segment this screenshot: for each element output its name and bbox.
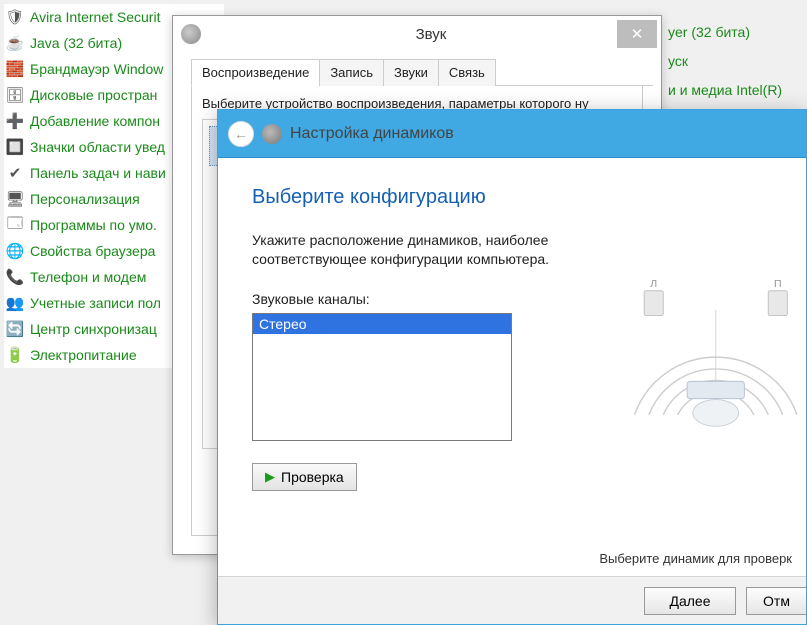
control-panel-item-label: Центр синхронизац bbox=[30, 321, 157, 337]
control-panel-item-label: Телефон и модем bbox=[30, 269, 146, 285]
speaker-setup-wizard: ← Настройка динамиков Выберите конфигура… bbox=[217, 109, 807, 625]
control-panel-item-label: Добавление компон bbox=[30, 113, 160, 129]
tab-record[interactable]: Запись bbox=[319, 59, 384, 86]
app-icon: 🔋 bbox=[6, 346, 24, 364]
wizard-body: Выберите конфигурацию Укажите расположен… bbox=[218, 158, 806, 576]
control-panel-item-label: Java (32 бита) bbox=[30, 35, 122, 51]
app-icon: 📞 bbox=[6, 268, 24, 286]
app-icon: 🛡 bbox=[6, 8, 24, 26]
tab-communications[interactable]: Связь bbox=[438, 59, 496, 86]
control-panel-item-label: Электропитание bbox=[30, 347, 137, 363]
app-icon: 🗄 bbox=[6, 86, 24, 104]
app-icon: 🗔 bbox=[6, 216, 24, 234]
left-speaker-label: Л bbox=[650, 278, 657, 290]
app-icon: 👥 bbox=[6, 294, 24, 312]
tab-playback[interactable]: Воспроизведение bbox=[191, 59, 320, 86]
sound-dialog-title: Звук bbox=[201, 26, 661, 43]
control-panel-item-label: Панель задач и нави bbox=[30, 165, 166, 181]
app-icon: 🖥 bbox=[6, 190, 24, 208]
control-panel-item-label: Учетные записи пол bbox=[30, 295, 161, 311]
control-panel-item-label: Avira Internet Securit bbox=[30, 9, 160, 25]
wizard-hint: Выберите динамик для проверк bbox=[599, 551, 792, 566]
sound-dialog-titlebar: Звук ✕ bbox=[173, 16, 661, 52]
wizard-heading: Выберите конфигурацию bbox=[252, 186, 772, 209]
control-panel-item-intel[interactable]: и и медиа Intel(R) bbox=[668, 82, 782, 98]
control-panel-item-label: Дисковые простран bbox=[30, 87, 157, 103]
speaker-icon bbox=[181, 24, 201, 44]
wizard-text-1: Укажите расположение динамиков, наиболее bbox=[252, 231, 772, 250]
speaker-illustration: Л П bbox=[606, 258, 806, 438]
next-button[interactable]: Далее bbox=[644, 587, 736, 615]
control-panel-item-label: Программы по умо. bbox=[30, 217, 157, 233]
app-icon: ☕ bbox=[6, 34, 24, 52]
right-speaker-label: П bbox=[774, 278, 782, 290]
app-icon: ✔ bbox=[6, 164, 24, 182]
back-button[interactable]: ← bbox=[228, 121, 254, 147]
control-panel-item-player[interactable]: yer (32 бита) bbox=[668, 24, 750, 40]
control-panel-item-label: Персонализация bbox=[30, 191, 140, 207]
channels-listbox[interactable]: Стерео bbox=[252, 313, 512, 441]
wizard-title: Настройка динамиков bbox=[290, 125, 454, 143]
close-button[interactable]: ✕ bbox=[617, 20, 657, 48]
app-icon: 🔄 bbox=[6, 320, 24, 338]
play-icon: ▶ bbox=[265, 469, 275, 485]
control-panel-item-autorun[interactable]: уск bbox=[668, 53, 688, 69]
arrow-left-icon: ← bbox=[234, 126, 248, 142]
sound-tabstrip: Воспроизведение Запись Звуки Связь bbox=[191, 58, 653, 86]
control-panel-item-label: Значки области увед bbox=[30, 139, 165, 155]
control-panel-item-label: Брандмауэр Window bbox=[30, 61, 163, 77]
wizard-footer: Далее Отм bbox=[218, 576, 806, 624]
app-icon: 🌐 bbox=[6, 242, 24, 260]
channel-item-stereo[interactable]: Стерео bbox=[253, 314, 511, 334]
app-icon: ➕ bbox=[6, 112, 24, 130]
app-icon: 🧱 bbox=[6, 60, 24, 78]
control-panel-item-label: Свойства браузера bbox=[30, 243, 155, 259]
speaker-icon bbox=[262, 124, 282, 144]
app-icon: 🔲 bbox=[6, 138, 24, 156]
close-icon: ✕ bbox=[631, 25, 644, 43]
wizard-titlebar: ← Настройка динамиков bbox=[218, 110, 806, 158]
tab-sounds[interactable]: Звуки bbox=[383, 59, 439, 86]
test-button-label: Проверка bbox=[281, 469, 344, 485]
test-button[interactable]: ▶ Проверка bbox=[252, 463, 357, 491]
cancel-button[interactable]: Отм bbox=[746, 587, 806, 615]
